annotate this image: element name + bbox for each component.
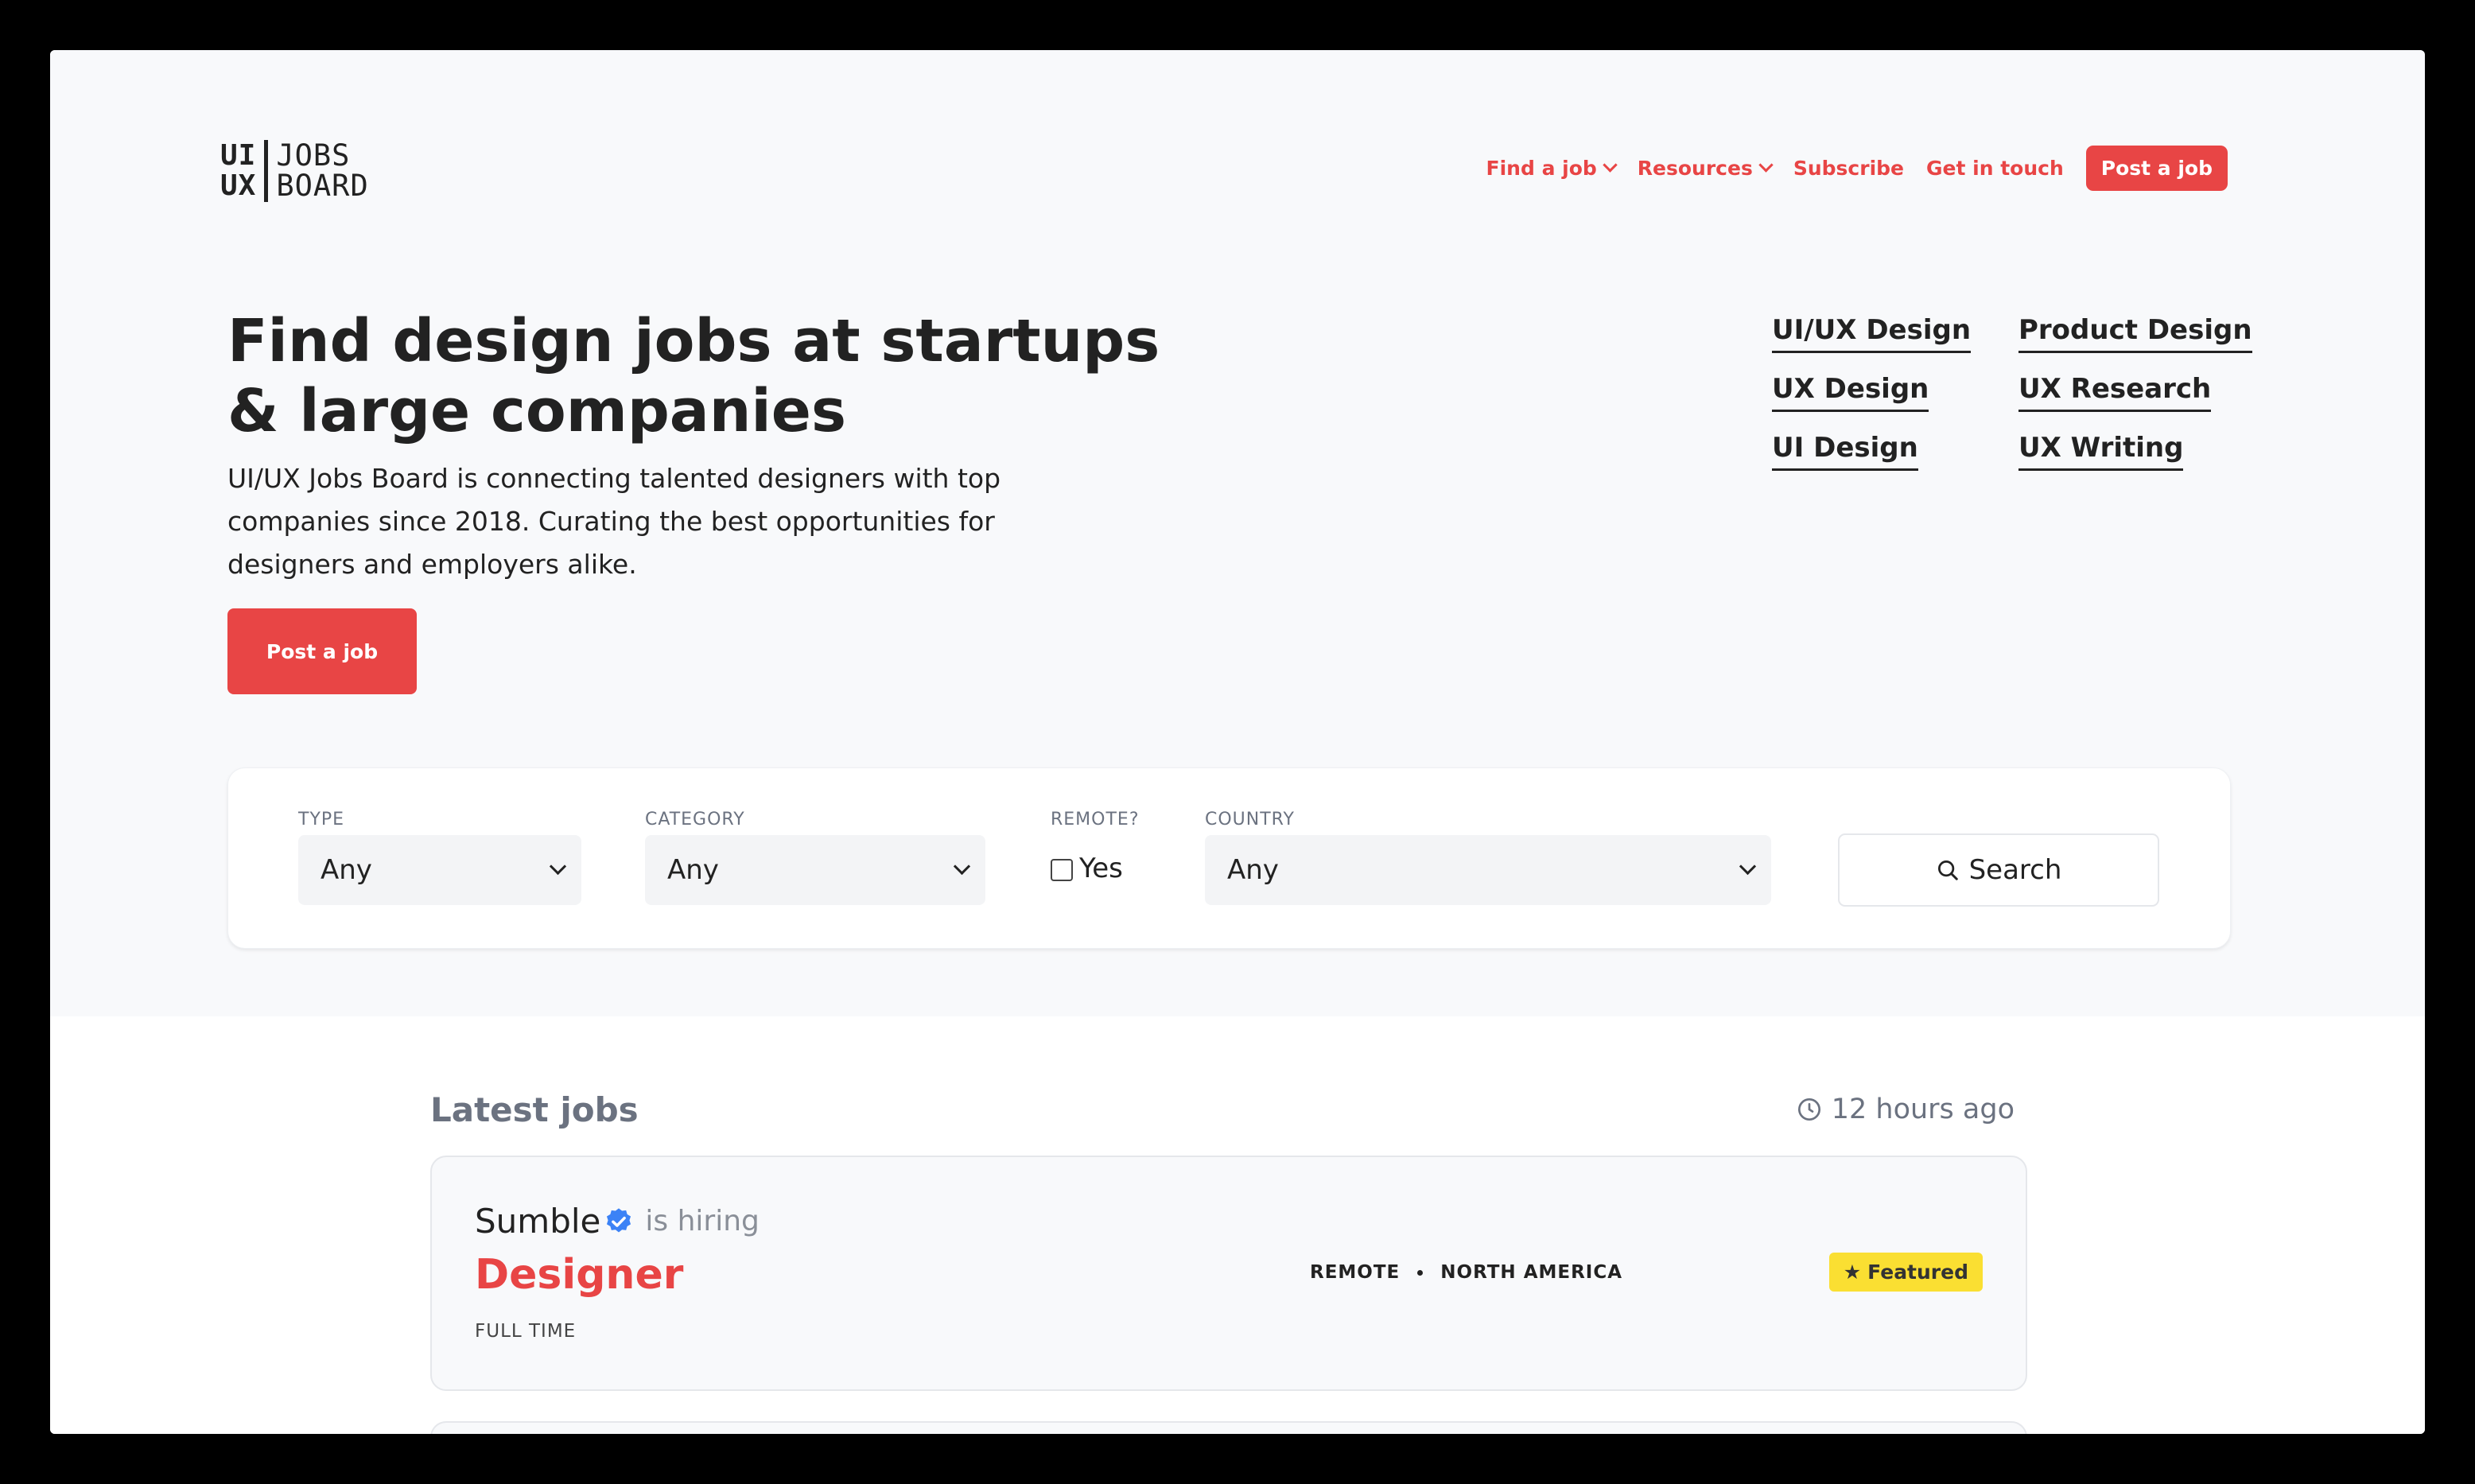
featured-label: Featured [1867,1261,1968,1284]
job-card[interactable]: Sumble is hiring Designer FULL TIME REMO… [430,1156,2027,1391]
latest-jobs-updated: 12 hours ago [1797,1094,2015,1125]
separator-dot [1417,1269,1424,1276]
star-icon: ★ [1843,1261,1862,1284]
job-remote: REMOTE [1310,1262,1401,1283]
country-select-value: Any [1227,854,1279,886]
company-name: Sumble [475,1202,601,1241]
clock-icon [1797,1098,1820,1121]
logo-jobs-board: JOBS BOARD [276,138,369,203]
hiring-text: is hiring [645,1205,760,1237]
updated-time: 12 hours ago [1831,1094,2015,1125]
category-label: CATEGORY [645,810,745,829]
category-ux-writing[interactable]: UX Writing [2018,430,2184,471]
job-type: FULL TIME [475,1321,577,1342]
category-ui-ux-design[interactable]: UI/UX Design [1772,313,1972,353]
category-select[interactable]: Any [645,835,985,905]
browser-viewport: UI UX JOBS BOARD Find a job Resources Su… [50,50,2425,1434]
type-select-value: Any [321,854,372,886]
job-filter-bar: TYPE Any CATEGORY Any REMOTE? Yes COUNTR… [227,767,2231,949]
hero-section: UI UX JOBS BOARD Find a job Resources Su… [50,50,2425,1016]
nav-resources[interactable]: Resources [1637,157,1774,180]
chevron-down-icon [1739,857,1757,876]
hero-description: UI/UX Jobs Board is connecting talented … [227,463,1001,580]
remote-checkbox[interactable] [1051,859,1073,881]
job-card-partial[interactable] [430,1421,2027,1434]
chevron-down-icon [1758,157,1774,173]
country-select[interactable]: Any [1205,835,1771,905]
post-a-job-button[interactable]: Post a job [227,608,417,694]
remote-checkbox-label[interactable]: Yes [1079,851,1123,886]
category-ui-design[interactable]: UI Design [1772,430,1918,471]
site-logo[interactable]: UI UX JOBS BOARD [220,139,369,203]
verified-badge-icon [607,1207,631,1232]
job-location: REMOTE NORTH AMERICA [1310,1262,1622,1283]
logo-ui-ux: UI UX [220,139,257,202]
type-label: TYPE [298,810,345,829]
logo-divider [264,140,269,202]
nav-find-a-job[interactable]: Find a job [1486,157,1618,180]
category-ux-research[interactable]: UX Research [2018,371,2212,412]
nav-get-in-touch[interactable]: Get in touch [1926,157,2064,180]
search-button[interactable]: Search [1838,833,2159,907]
category-product-design[interactable]: Product Design [2018,313,2252,353]
latest-jobs-heading: Latest jobs [430,1090,639,1129]
job-title[interactable]: Designer [475,1251,683,1299]
remote-label: REMOTE? [1051,810,1140,829]
search-icon [1937,860,1958,880]
category-links: UI/UX Design Product Design UX Design UX… [1772,313,2252,519]
category-ux-design[interactable]: UX Design [1772,371,1929,412]
search-button-label: Search [1968,854,2062,886]
chevron-down-icon [549,857,567,876]
category-select-value: Any [667,854,719,886]
main-nav: Find a job Resources Subscribe Get in to… [1486,146,2228,191]
job-region: NORTH AMERICA [1440,1262,1623,1283]
chevron-down-icon [953,857,971,876]
company-line: Sumble is hiring [475,1202,760,1241]
type-select[interactable]: Any [298,835,581,905]
country-label: COUNTRY [1205,810,1295,829]
nav-post-a-job-button[interactable]: Post a job [2085,146,2228,191]
chevron-down-icon [1603,157,1618,173]
page-title: Find design jobs at startups & large com… [227,307,1160,445]
featured-badge: ★ Featured [1828,1253,1983,1292]
nav-resources-label: Resources [1637,157,1753,180]
nav-subscribe[interactable]: Subscribe [1793,157,1904,180]
nav-find-a-job-label: Find a job [1486,157,1597,180]
